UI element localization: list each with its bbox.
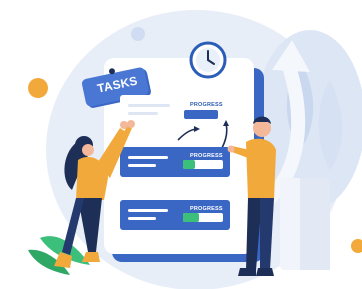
progress-fill-2: [183, 160, 195, 169]
progress-card-1: [120, 95, 230, 131]
progress-bar-1: [184, 110, 218, 119]
clock-icon: [189, 41, 227, 79]
decor-dot-blue: [131, 27, 145, 41]
progress-fill-3: [183, 213, 199, 222]
decor-dot-orange-right: [351, 239, 362, 253]
progress-card-2: [120, 147, 230, 177]
progress-card-3: [120, 200, 230, 230]
decor-dot-orange: [28, 78, 48, 98]
task-progress-illustration: [28, 10, 362, 289]
